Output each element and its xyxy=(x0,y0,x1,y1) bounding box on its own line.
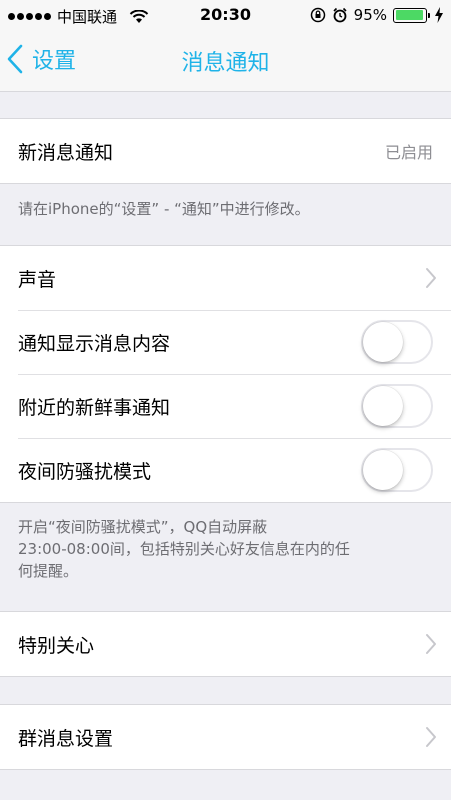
charging-icon xyxy=(435,7,443,23)
battery-percent: 95% xyxy=(353,6,387,24)
toggle-knob xyxy=(363,386,403,426)
group-settings-row[interactable]: 群消息设置 xyxy=(0,705,451,769)
chevron-right-icon xyxy=(426,727,436,747)
night-mode-toggle[interactable] xyxy=(361,448,433,492)
toggle-knob xyxy=(363,450,403,490)
night-mode-note: 开启“夜间防骚扰模式”，QQ自动屏蔽 23:00-08:00间，包括特别关心好友… xyxy=(18,518,350,580)
status-right: 95% xyxy=(310,6,443,24)
battery-fill xyxy=(395,10,424,20)
new-message-note: 请在iPhone的“设置” - “通知”中进行修改。 xyxy=(18,200,310,218)
night-mode-row: 夜间防骚扰模式 xyxy=(0,438,451,502)
lock-rotation-icon xyxy=(310,7,325,23)
nearby-news-label: 附近的新鲜事通知 xyxy=(18,396,171,419)
group-settings-group: 群消息设置 xyxy=(0,704,451,770)
page-title: 消息通知 xyxy=(181,51,270,76)
battery-icon xyxy=(393,7,430,23)
alarm-icon xyxy=(333,7,347,23)
special-care-label: 特别关心 xyxy=(18,634,95,657)
group-settings-label: 群消息设置 xyxy=(18,727,114,750)
toggle-knob xyxy=(363,322,403,362)
show-message-content-toggle[interactable] xyxy=(361,320,433,364)
settings-screen: 中国联通 20:30 95% 设置 消息通知 新消息通知 已启用 请在iPhon… xyxy=(0,0,451,800)
nearby-news-toggle[interactable] xyxy=(361,384,433,428)
night-mode-label: 夜间防骚扰模式 xyxy=(18,460,152,483)
new-message-group: 新消息通知 已启用 xyxy=(0,118,451,184)
show-message-content-row: 通知显示消息内容 xyxy=(0,310,451,374)
special-care-row[interactable]: 特别关心 xyxy=(0,612,451,676)
special-care-group: 特别关心 xyxy=(0,611,451,677)
status-bar: 中国联通 20:30 95% xyxy=(0,0,451,30)
new-message-label: 新消息通知 xyxy=(18,141,114,164)
sound-row[interactable]: 声音 xyxy=(0,246,451,310)
new-message-row: 新消息通知 已启用 xyxy=(0,119,451,183)
options-group: 声音 通知显示消息内容 附近的新鲜事通知 夜间防骚扰模式 xyxy=(0,245,451,503)
chevron-right-icon xyxy=(426,634,436,654)
show-message-content-label: 通知显示消息内容 xyxy=(18,332,171,355)
chevron-right-icon xyxy=(426,268,436,288)
sound-label: 声音 xyxy=(18,268,57,291)
new-message-status: 已启用 xyxy=(384,143,433,162)
navigation-bar: 设置 消息通知 xyxy=(0,30,451,92)
nearby-news-row: 附近的新鲜事通知 xyxy=(0,374,451,438)
